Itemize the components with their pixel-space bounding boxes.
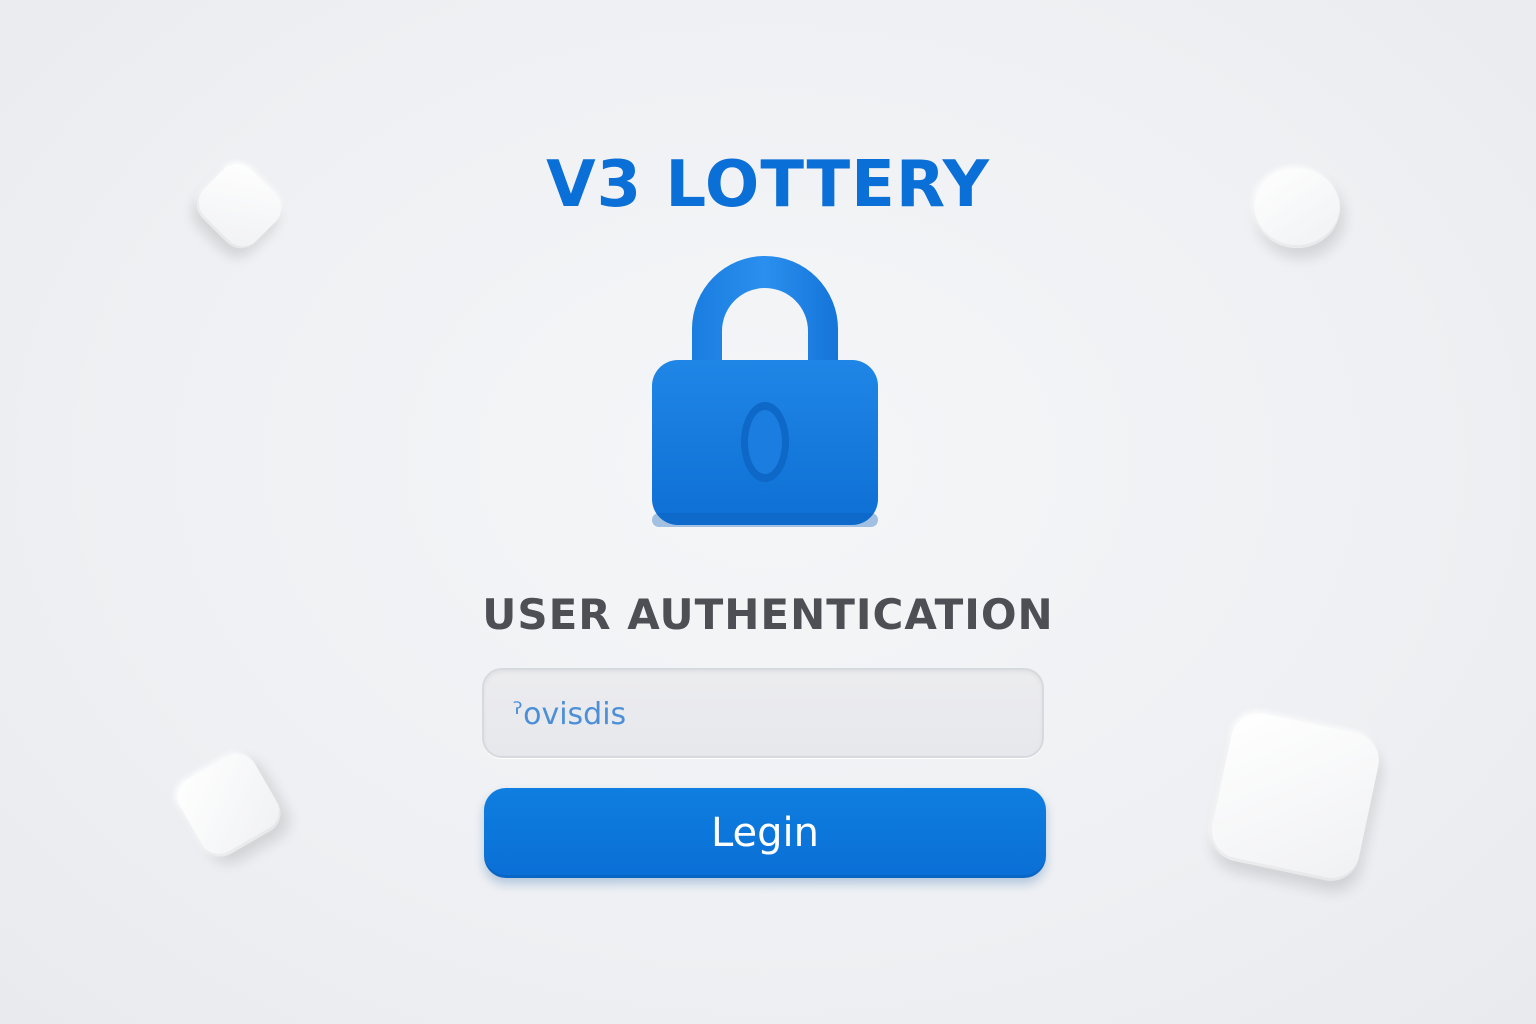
login-button[interactable]: Legin <box>484 788 1046 878</box>
lock-icon <box>652 256 878 527</box>
decorative-tile-top-right <box>1254 168 1340 248</box>
decorative-tile-bottom-right <box>1206 708 1384 886</box>
decorative-tile-bottom-left <box>170 746 288 864</box>
username-input[interactable] <box>510 670 1014 758</box>
auth-heading: USER AUTHENTICATION <box>482 590 1054 639</box>
username-field[interactable] <box>482 668 1044 758</box>
